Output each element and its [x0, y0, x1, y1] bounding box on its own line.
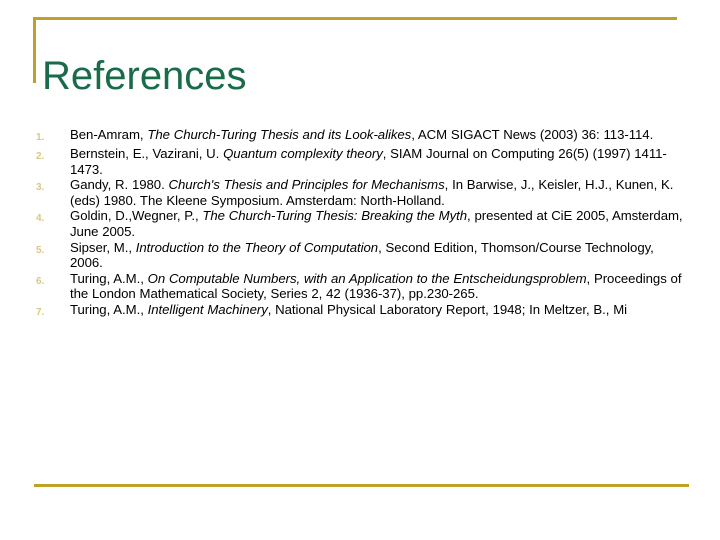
- list-item-number: 3.: [36, 182, 45, 194]
- left-rule-decoration: [33, 17, 36, 83]
- list-item-text: Bernstein, E., Vazirani, U. Quantum comp…: [70, 146, 684, 177]
- citation-text: , ACM SIGACT News (2003) 36: 113-114.: [411, 127, 654, 142]
- list-item-text: Gandy, R. 1980. Church's Thesis and Prin…: [70, 177, 684, 208]
- list-item: 5. Sipser, M., Introduction to the Theory…: [36, 240, 684, 271]
- citation-text: Sipser, M.,: [70, 239, 136, 255]
- citation-title: On Computable Numbers, with an Applicati…: [147, 270, 587, 286]
- citation-title: Quantum complexity theory: [223, 146, 383, 161]
- bottom-rule-decoration: [34, 484, 689, 487]
- list-item: 2. Bernstein, E., Vazirani, U. Quantum co…: [36, 146, 684, 177]
- citation-text: Bernstein, E., Vazirani, U.: [70, 146, 224, 161]
- list-item: 4. Goldin, D.,Wegner, P., The Church-Turi…: [36, 208, 684, 239]
- list-item-number: 5.: [36, 244, 45, 256]
- citation-text: , National Physical Laboratory Report, 1…: [267, 301, 628, 317]
- list-item-number: 7.: [36, 306, 45, 318]
- citation-title: Church's Thesis and Principles for Mecha…: [168, 177, 445, 193]
- citation-title: Introduction to the Theory of Computatio…: [135, 239, 379, 255]
- list-item-number: 4.: [36, 213, 45, 225]
- top-rule-decoration: [33, 17, 677, 20]
- list-item-text: Sipser, M., Introduction to the Theory o…: [70, 240, 684, 271]
- citation-text: Turing, A.M.,: [70, 301, 148, 317]
- citation-title: The Church-Turing Thesis and its Look-al…: [147, 127, 412, 142]
- list-item-text: Turing, A.M., Intelligent Machinery, Nat…: [70, 302, 684, 318]
- citation-text: Ben-Amram,: [70, 127, 148, 142]
- slide: References 1. Ben-Amram, The Church-Turin…: [0, 0, 720, 540]
- citation-title: The Church-Turing Thesis: Breaking the M…: [202, 208, 468, 224]
- citation-text: Goldin, D.,Wegner, P.,: [70, 208, 203, 224]
- page-title: References: [42, 53, 247, 98]
- citation-title: Intelligent Machinery: [147, 301, 268, 317]
- list-item-number: 1.: [36, 132, 45, 143]
- reference-list: 1. Ben-Amram, The Church-Turing Thesis an…: [36, 127, 684, 321]
- list-item: 3. Gandy, R. 1980. Church's Thesis and Pr…: [36, 177, 684, 208]
- citation-text: Turing, A.M.,: [70, 270, 148, 286]
- citation-text: Gandy, R. 1980.: [70, 177, 169, 193]
- list-item: 1. Ben-Amram, The Church-Turing Thesis an…: [36, 127, 684, 146]
- list-item: 7. Turing, A.M., Intelligent Machinery, N…: [36, 302, 684, 321]
- list-item-text: Ben-Amram, The Church-Turing Thesis and …: [70, 127, 684, 143]
- list-item-text: Goldin, D.,Wegner, P., The Church-Turing…: [70, 208, 684, 239]
- list-item-text: Turing, A.M., On Computable Numbers, wit…: [70, 271, 684, 302]
- list-item-number: 6.: [36, 275, 45, 287]
- list-item: 6. Turing, A.M., On Computable Numbers, w…: [36, 271, 684, 302]
- list-item-number: 2.: [36, 151, 45, 162]
